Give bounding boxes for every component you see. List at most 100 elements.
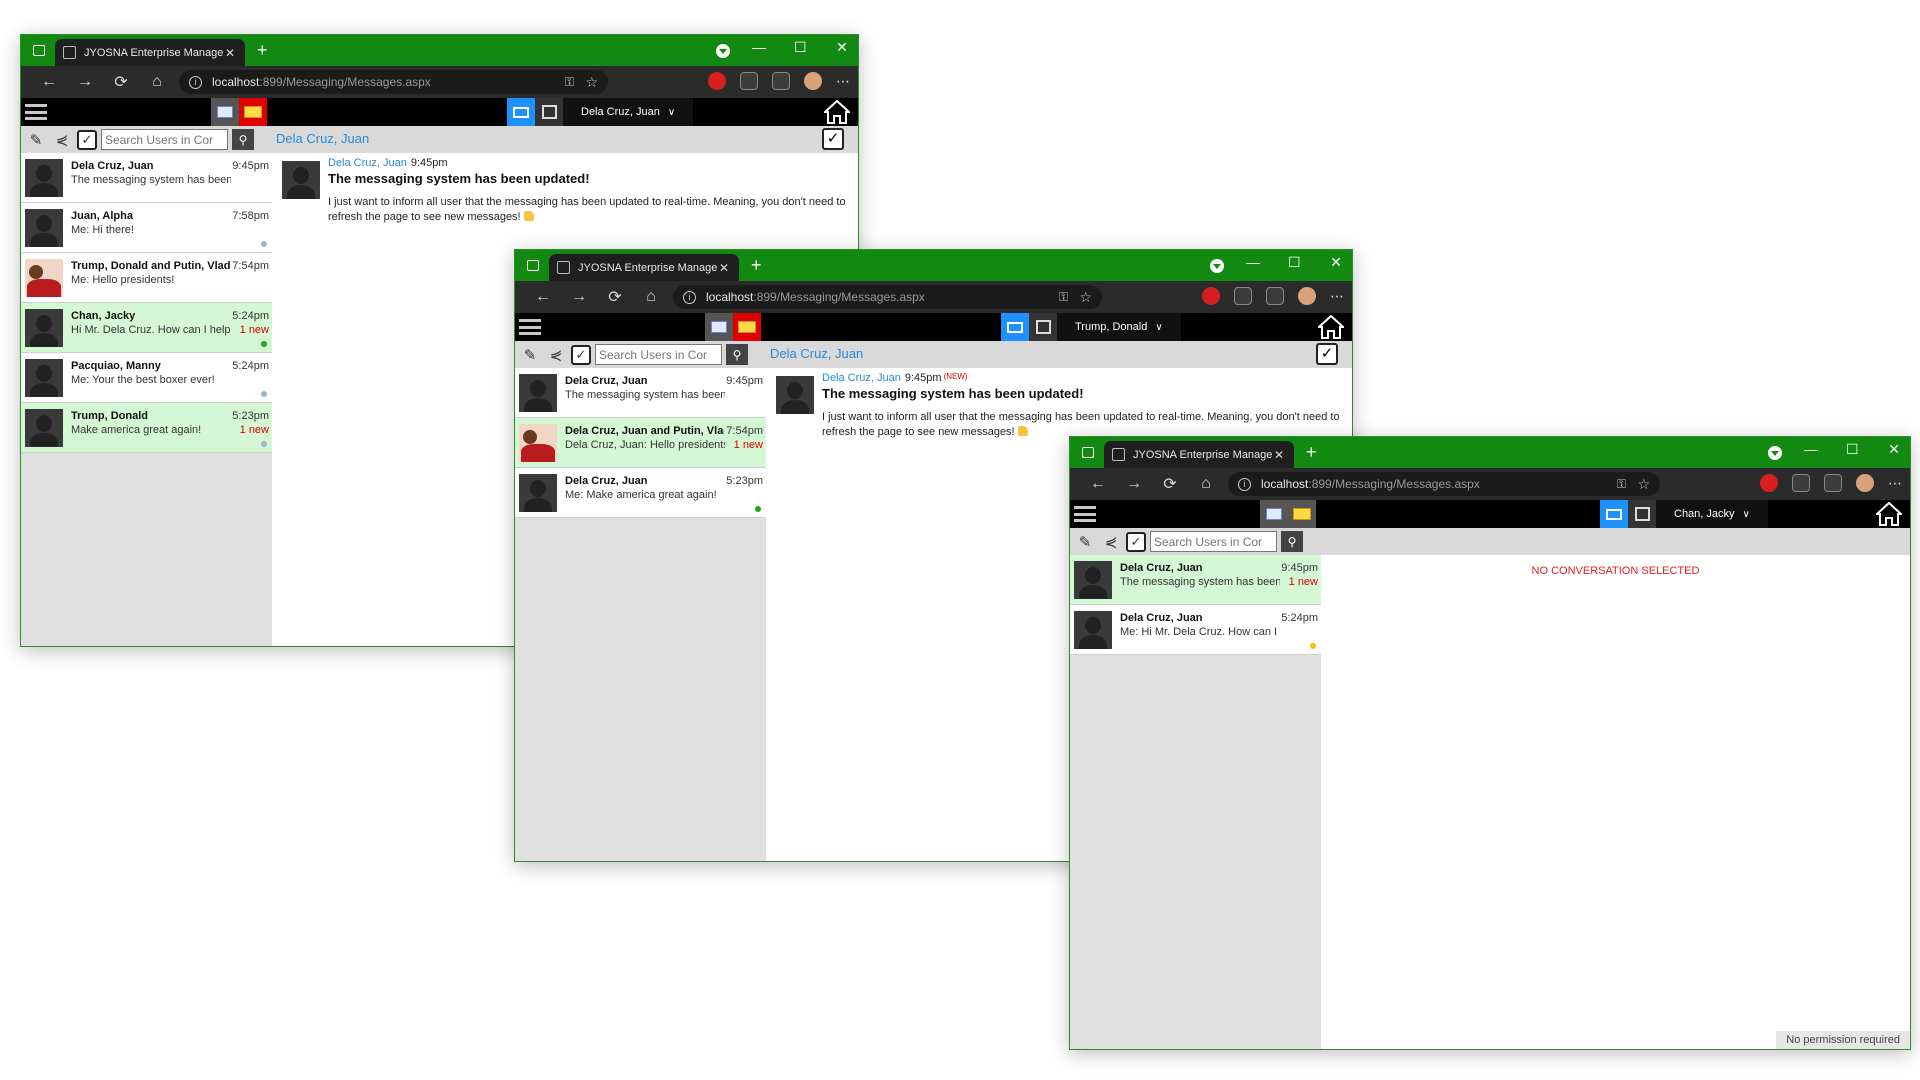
site-info-icon[interactable]: i	[189, 75, 202, 89]
collections-icon[interactable]	[772, 72, 790, 90]
mark-read-checkbox[interactable]: ✓	[822, 128, 844, 150]
tab-close-icon[interactable]: ✕	[717, 261, 731, 275]
collections-icon[interactable]	[1266, 287, 1284, 305]
forward-button[interactable]: →	[67, 73, 103, 91]
close-window-button[interactable]: ✕	[1888, 441, 1900, 458]
conversation-item[interactable]: Pacquiao, Manny 5:24pm Me: Your the best b…	[21, 353, 272, 403]
select-all-checkbox[interactable]: ✓	[77, 129, 97, 150]
new-tab-button[interactable]: +	[751, 255, 762, 275]
conversation-item[interactable]: Dela Cruz, Juan 5:24pm Me: Hi Mr. Dela Cru…	[1070, 605, 1321, 655]
back-button[interactable]: ←	[1080, 475, 1116, 493]
user-menu[interactable]: Chan, Jacky ∨	[1656, 500, 1768, 528]
compose-button[interactable]: ✎	[519, 344, 541, 366]
address-bar[interactable]: i localhost:899/Messaging/Messages.aspx …	[179, 70, 608, 94]
password-key-icon[interactable]: ⚿	[1059, 290, 1068, 305]
address-bar[interactable]: i localhost:899/Messaging/Messages.aspx …	[1228, 472, 1660, 496]
user-search-input[interactable]	[1150, 531, 1277, 552]
mobile-view-button[interactable]	[535, 98, 563, 126]
message-sender[interactable]: Dela Cruz, Juan	[822, 372, 901, 384]
bookmark-star-icon[interactable]: ☆	[1079, 289, 1092, 306]
conversation-item[interactable]: Dela Cruz, Juan 9:45pm The messaging syste…	[21, 153, 272, 203]
bookmark-star-icon[interactable]: ☆	[585, 74, 598, 91]
new-tab-button[interactable]: +	[257, 40, 268, 60]
messages-button[interactable]	[1288, 500, 1316, 528]
maximize-button[interactable]: ☐	[794, 39, 807, 56]
favorites-icon[interactable]	[1792, 474, 1810, 492]
browser-menu-icon[interactable]: ⋯	[1330, 288, 1344, 305]
conversation-item[interactable]: Trump, Donald and Putin, Vladimir7:54pm M…	[21, 253, 272, 303]
compose-button[interactable]: ✎	[1074, 531, 1096, 553]
conversation-item[interactable]: Dela Cruz, Juan 5:23pm Me: Make america gr…	[515, 468, 766, 518]
window-system-icon[interactable]	[527, 260, 539, 271]
user-menu[interactable]: Dela Cruz, Juan ∨	[563, 98, 694, 126]
mark-read-checkbox[interactable]: ✓	[1316, 343, 1338, 365]
bookmark-star-icon[interactable]: ☆	[1637, 476, 1650, 493]
home-icon[interactable]	[824, 100, 850, 124]
favorites-icon[interactable]	[1234, 287, 1252, 305]
maximize-button[interactable]: ☐	[1846, 441, 1859, 458]
forward-button[interactable]: →	[1116, 475, 1152, 493]
collections-icon[interactable]	[1824, 474, 1842, 492]
password-key-icon[interactable]: ⚿	[1617, 477, 1626, 492]
home-icon[interactable]	[1876, 502, 1902, 526]
conversation-item[interactable]: Dela Cruz, Juan 9:45pm The messaging syste…	[1070, 555, 1321, 605]
share-button[interactable]: ⋞	[545, 344, 567, 366]
home-button[interactable]: ⌂	[633, 288, 669, 306]
profile-avatar[interactable]	[1298, 287, 1316, 305]
user-menu[interactable]: Trump, Donald ∨	[1057, 313, 1181, 341]
window-system-icon[interactable]	[33, 45, 45, 56]
browser-menu-icon[interactable]: ⋯	[836, 73, 850, 90]
home-button[interactable]: ⌂	[1188, 475, 1224, 493]
conversation-item[interactable]: Juan, Alpha 7:58pm Me: Hi there!	[21, 203, 272, 253]
password-key-icon[interactable]: ⚿	[565, 75, 574, 90]
search-button[interactable]: ⚲	[1281, 531, 1303, 552]
browser-tab[interactable]: JYOSNA Enterprise Management ✕	[1104, 441, 1294, 468]
conversation-item[interactable]: Dela Cruz, Juan 9:45pm The messaging syste…	[515, 368, 766, 418]
hamburger-menu-icon[interactable]	[519, 317, 541, 337]
contacts-button[interactable]	[1260, 500, 1288, 528]
messages-button[interactable]	[239, 98, 267, 126]
extension-icon[interactable]	[708, 72, 726, 90]
minimize-button[interactable]: —	[1804, 441, 1818, 458]
contacts-button[interactable]	[211, 98, 239, 126]
profile-avatar[interactable]	[1856, 474, 1874, 492]
hamburger-menu-icon[interactable]	[1074, 504, 1096, 524]
reload-button[interactable]: ⟳	[103, 72, 139, 92]
reload-button[interactable]: ⟳	[597, 287, 633, 307]
close-window-button[interactable]: ✕	[836, 39, 848, 56]
user-search-input[interactable]	[101, 129, 228, 150]
address-bar[interactable]: i localhost:899/Messaging/Messages.aspx …	[673, 285, 1102, 309]
browser-menu-icon[interactable]: ⋯	[1888, 475, 1902, 492]
reload-button[interactable]: ⟳	[1152, 474, 1188, 494]
conversation-item[interactable]: Chan, Jacky 5:24pm Hi Mr. Dela Cruz. How c…	[21, 303, 272, 353]
messages-button[interactable]	[733, 313, 761, 341]
profile-dropdown-icon[interactable]	[1210, 259, 1224, 273]
maximize-button[interactable]: ☐	[1288, 254, 1301, 271]
extension-icon[interactable]	[1760, 474, 1778, 492]
share-button[interactable]: ⋞	[51, 129, 73, 151]
search-button[interactable]: ⚲	[232, 129, 254, 150]
search-button[interactable]: ⚲	[726, 344, 748, 365]
select-all-checkbox[interactable]: ✓	[571, 344, 591, 365]
mobile-view-button[interactable]	[1628, 500, 1656, 528]
mobile-view-button[interactable]	[1029, 313, 1057, 341]
home-button[interactable]: ⌂	[139, 73, 175, 91]
browser-tab[interactable]: JYOSNA Enterprise Management ✕	[549, 254, 739, 281]
home-icon[interactable]	[1318, 315, 1344, 339]
window-system-icon[interactable]	[1082, 447, 1094, 458]
hamburger-menu-icon[interactable]	[25, 102, 47, 122]
compose-button[interactable]: ✎	[25, 129, 47, 151]
extension-icon[interactable]	[1202, 287, 1220, 305]
user-search-input[interactable]	[595, 344, 722, 365]
profile-dropdown-icon[interactable]	[1768, 446, 1782, 460]
back-button[interactable]: ←	[31, 73, 67, 91]
close-window-button[interactable]: ✕	[1330, 254, 1342, 271]
site-info-icon[interactable]: i	[1238, 477, 1251, 491]
desktop-view-button[interactable]	[1001, 313, 1029, 341]
profile-dropdown-icon[interactable]	[716, 44, 730, 58]
favorites-icon[interactable]	[740, 72, 758, 90]
share-button[interactable]: ⋞	[1100, 531, 1122, 553]
conversation-item[interactable]: Dela Cruz, Juan and Putin, Vladimir7:54p…	[515, 418, 766, 468]
new-tab-button[interactable]: +	[1306, 442, 1317, 462]
desktop-view-button[interactable]	[507, 98, 535, 126]
